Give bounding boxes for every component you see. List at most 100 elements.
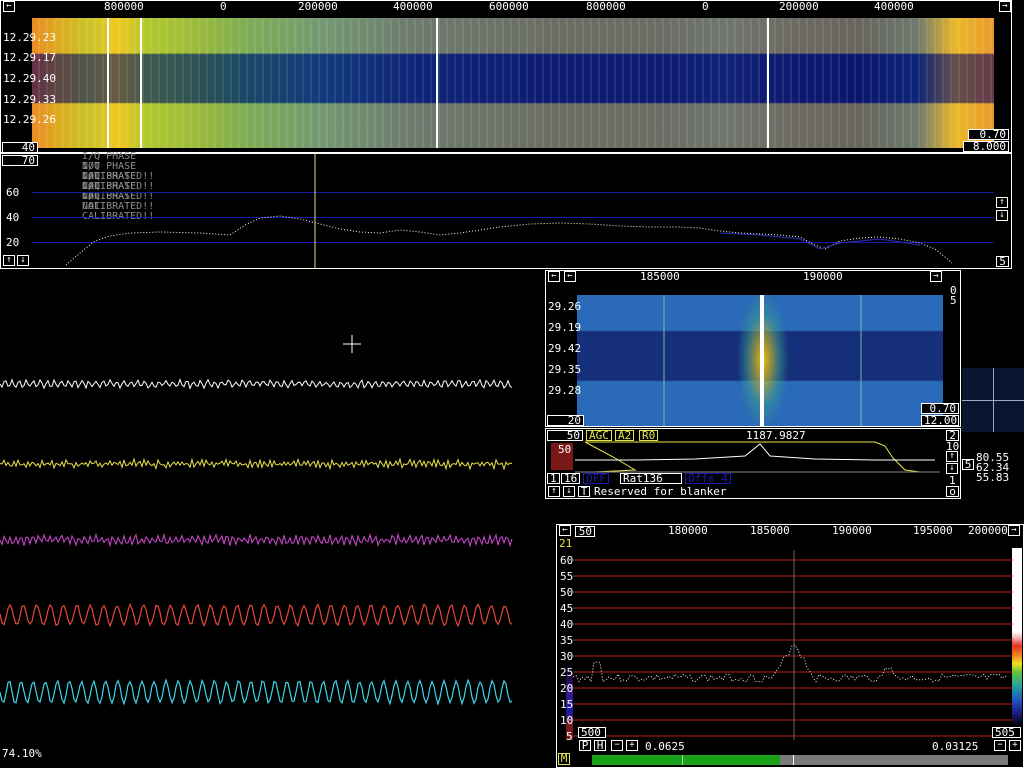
freq-tick-label: 800000 (586, 0, 626, 13)
afc-y-label: 35 (560, 634, 574, 647)
baseband-down-button[interactable]: ↑ (946, 451, 958, 462)
afc-left-box[interactable]: 500 (578, 727, 606, 738)
afc-y-label: 25 (560, 666, 574, 679)
hires-scroll-left-button[interactable]: ← (548, 271, 560, 282)
waterfall-strong-carrier (107, 18, 109, 148)
afc-green-bar (592, 755, 780, 765)
crosshair-cursor-icon (343, 335, 361, 353)
scope-trace-magenta (0, 532, 513, 548)
hires-time-label: 29.19 (548, 321, 582, 334)
afc-plus-button[interactable]: + (626, 740, 638, 751)
spectrum-right-down-button[interactable]: ↓ (996, 210, 1008, 221)
afc-grid-lines (573, 559, 1013, 737)
scope-trace-cyan (0, 678, 513, 707)
baseband-o-box[interactable]: o (946, 486, 959, 497)
baseband-off-button[interactable]: OFF (583, 473, 609, 484)
afc-p-button[interactable]: P (579, 740, 591, 751)
hires-scroll-left2-button[interactable]: ← (564, 271, 576, 282)
hires-right-digit: 5 (950, 294, 957, 307)
afc-minus-button[interactable]: − (611, 740, 623, 751)
waterfall-contrast-box[interactable]: 0.70 (968, 129, 1009, 140)
waterfall-gain-box[interactable]: 40 (2, 142, 38, 153)
scope-trace-yellow (0, 457, 513, 471)
freq-tick-label: 200000 (298, 0, 338, 13)
side-five-box[interactable]: 5 (962, 459, 974, 470)
hires-freq-tick: 185000 (640, 270, 680, 283)
baseband-sixteen-box[interactable]: 16 (561, 473, 581, 484)
baseband-status-text: Reserved for blanker (594, 485, 727, 498)
baseband-one-box[interactable]: 1 (547, 473, 560, 484)
afc-h-button[interactable]: H (594, 740, 606, 751)
afc-y-label: 50 (560, 586, 574, 599)
waterfall-strong-carrier (140, 18, 142, 148)
hires-scroll-right-button[interactable]: → (930, 271, 942, 282)
waterfall-strong-carrier (436, 18, 438, 148)
scope-trace-red (0, 602, 513, 628)
main-spectrum-trace (65, 153, 953, 269)
time-label: 12.29.33 (3, 93, 56, 106)
afc-bar-marker (793, 755, 794, 765)
baseband-offs-box[interactable]: Offs 4 (685, 473, 731, 484)
freq-tick-label: 600000 (489, 0, 529, 13)
waterfall-signal-lines (32, 18, 994, 148)
afc-right-minus-button[interactable]: − (994, 740, 1006, 751)
afc-y-label: 60 (560, 554, 574, 567)
afc-freq-tick: 200000 (968, 524, 1008, 537)
hires-time-label: 29.26 (548, 300, 582, 313)
afc-top-box[interactable]: 50 (575, 526, 595, 537)
hires-time-label: 29.42 (548, 342, 582, 355)
spectrum-right-up-button[interactable]: ↑ (996, 197, 1008, 208)
afc-grid (573, 550, 1013, 740)
afc-corner-value: 21 (559, 537, 573, 550)
waterfall-freq-ticks: 800000 0 200000 400000 600000 800000 0 2… (0, 0, 1012, 14)
hires-brightness-box[interactable]: 12.00 (921, 415, 959, 426)
time-label: 12.29.17 (3, 51, 56, 64)
spectrum-average-trace (65, 215, 953, 266)
waterfall-brightness-box[interactable]: 8.000 (963, 141, 1009, 152)
afc-right-colorbar (1012, 548, 1022, 726)
afc-freq-tick: 190000 (832, 524, 872, 537)
baseband-row-up-button[interactable]: ↑ (548, 486, 560, 497)
baseband-t-box[interactable]: T (578, 486, 590, 497)
baseband-row-down-button[interactable]: ↓ (563, 486, 575, 497)
hires-gain-box[interactable]: 20 (547, 415, 584, 426)
freq-tick-label: 400000 (874, 0, 914, 13)
baseband-rat-box[interactable]: Rat136 (620, 473, 682, 484)
tuning-scope-vline (993, 368, 994, 432)
afc-scroll-right-button[interactable]: → (1008, 525, 1020, 536)
afc-y-label: 20 (560, 682, 574, 695)
afc-y-label: 45 (560, 602, 574, 615)
freq-tick-label: 400000 (393, 0, 433, 13)
afc-y-label: 15 (560, 698, 574, 711)
afc-scroll-left-button[interactable]: ← (559, 525, 571, 536)
afc-spectrum-trace (573, 644, 1009, 684)
freq-tick-label: 200000 (779, 0, 819, 13)
hires-time-label: 29.28 (548, 384, 582, 397)
freq-tick-label: 800000 (104, 0, 144, 13)
time-label: 12.29.40 (3, 72, 56, 85)
afc-y-label: 55 (560, 570, 574, 583)
afc-y-label: 40 (560, 618, 574, 631)
spectrum-right-box[interactable]: 5 (996, 256, 1009, 267)
afc-grey-bar (780, 755, 1008, 765)
baseband-up-button[interactable]: ↓ (946, 463, 958, 474)
afc-right-value: 0.03125 (932, 740, 979, 753)
afc-right-plus-button[interactable]: + (1009, 740, 1021, 751)
baseband-filter-curve (575, 441, 940, 473)
time-label: 12.29.23 (3, 31, 56, 44)
afc-freq-tick: 195000 (913, 524, 953, 537)
afc-y-label: 5 (566, 730, 573, 743)
freq-tick-label: 0 (220, 0, 227, 13)
side-readout-value: 55.83 (976, 471, 1010, 484)
afc-m-button[interactable]: M (558, 753, 570, 765)
cpu-load-readout: 74.10% (2, 747, 42, 760)
freq-tick-label: 0 (702, 0, 709, 13)
afc-left-value: 0.0625 (645, 740, 685, 753)
hires-contrast-box[interactable]: 0.70 (921, 403, 959, 414)
spectrum-down-arrow-button[interactable]: ↓ (17, 255, 29, 266)
s-meter-value: 50 (558, 443, 572, 456)
afc-y-label: 10 (560, 714, 574, 727)
spectrum-up-arrow-button[interactable]: ↑ (3, 255, 15, 266)
afc-bar-marker (682, 755, 683, 765)
afc-right-box[interactable]: 505 (992, 727, 1021, 738)
